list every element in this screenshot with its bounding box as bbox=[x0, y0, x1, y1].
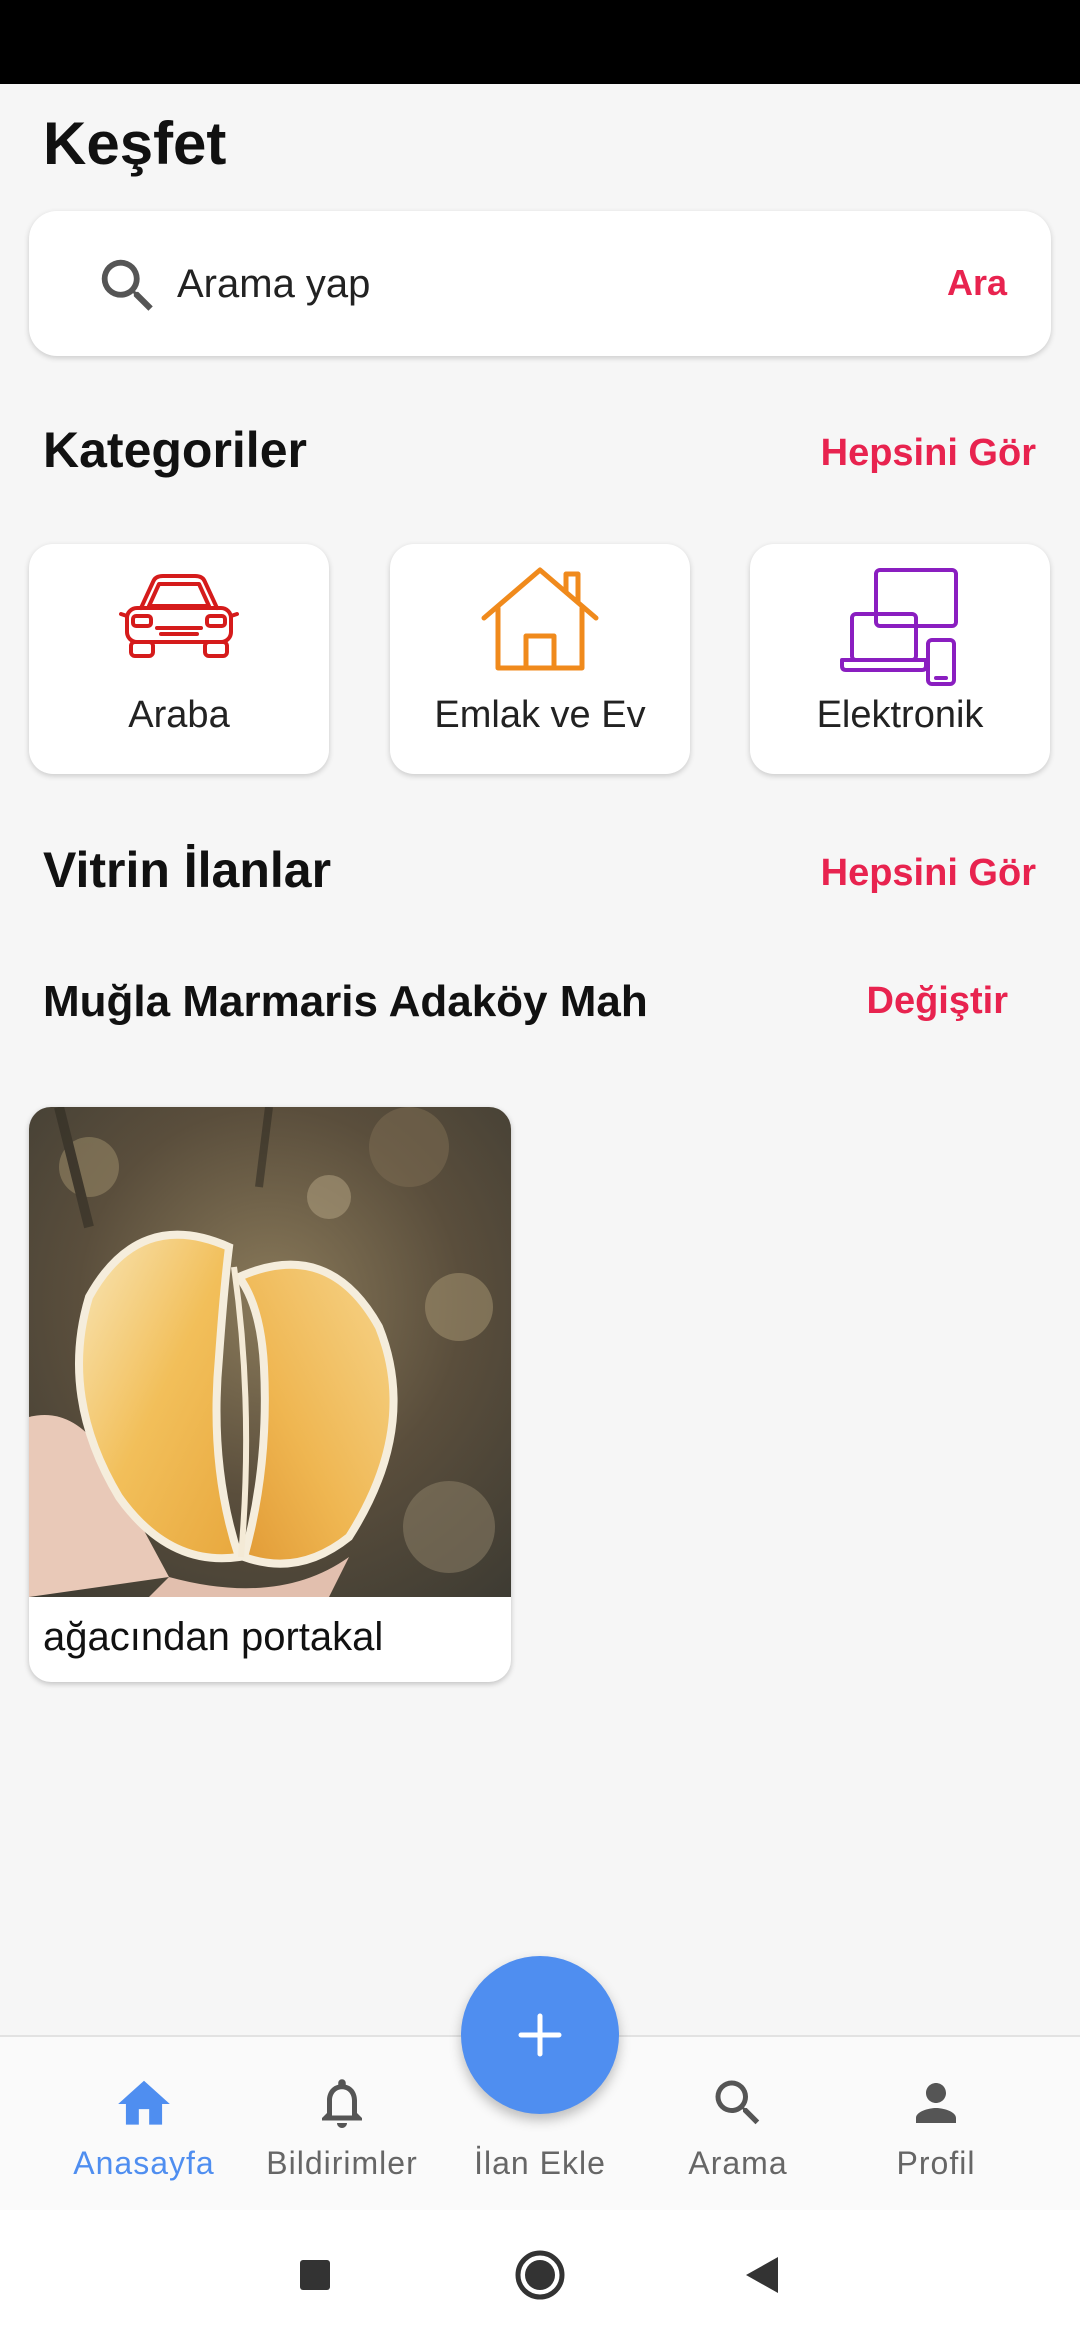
nav-label: Profil bbox=[896, 2145, 976, 2181]
category-card-araba[interactable]: Araba bbox=[29, 544, 329, 774]
category-label: Emlak ve Ev bbox=[434, 694, 646, 736]
square-icon bbox=[300, 2260, 330, 2290]
add-listing-fab[interactable] bbox=[461, 1956, 619, 2114]
circle-icon bbox=[515, 2250, 565, 2300]
page-title: Keşfet bbox=[43, 110, 227, 177]
showcase-see-all-link[interactable]: Hepsini Gör bbox=[821, 848, 1036, 898]
nav-label: Arama bbox=[688, 2145, 788, 2181]
categories-see-all-link[interactable]: Hepsini Gör bbox=[821, 428, 1036, 478]
nav-item-home[interactable]: Anasayfa bbox=[44, 2037, 244, 2212]
categories-title: Kategoriler bbox=[43, 422, 307, 478]
search-icon bbox=[715, 2080, 760, 2125]
devices-icon bbox=[840, 568, 958, 686]
status-bar bbox=[0, 0, 1080, 84]
nav-item-search[interactable]: Arama bbox=[638, 2037, 838, 2212]
nav-label: Bildirimler bbox=[266, 2145, 418, 2181]
listing-title: ağacından portakal bbox=[43, 1615, 384, 1659]
person-icon bbox=[916, 2083, 956, 2123]
nav-item-notifications[interactable]: Bildirimler bbox=[242, 2037, 442, 2212]
house-icon bbox=[481, 567, 599, 671]
search-input[interactable] bbox=[175, 247, 879, 321]
search-bar[interactable]: Ara bbox=[29, 211, 1051, 356]
category-card-emlak[interactable]: Emlak ve Ev bbox=[390, 544, 690, 774]
listing-image bbox=[29, 1107, 511, 1597]
nav-item-profile[interactable]: Profil bbox=[836, 2037, 1036, 2212]
bell-icon bbox=[322, 2079, 362, 2128]
car-icon bbox=[119, 574, 239, 658]
change-location-link[interactable]: Değiştir bbox=[867, 976, 1008, 1026]
nav-label: Anasayfa bbox=[73, 2145, 215, 2181]
recents-button[interactable] bbox=[265, 2210, 365, 2340]
back-button[interactable] bbox=[712, 2210, 812, 2340]
home-icon bbox=[118, 2080, 170, 2125]
category-label: Elektronik bbox=[816, 694, 984, 736]
search-icon bbox=[101, 259, 153, 311]
back-triangle-icon bbox=[746, 2257, 778, 2293]
home-button[interactable] bbox=[490, 2210, 590, 2340]
category-card-elektronik[interactable]: Elektronik bbox=[750, 544, 1050, 774]
showcase-title: Vitrin İlanlar bbox=[43, 842, 332, 898]
location-title: Muğla Marmaris Adaköy Mah bbox=[43, 977, 648, 1026]
category-label: Araba bbox=[128, 694, 230, 736]
listing-card[interactable]: ağacından portakal bbox=[29, 1107, 511, 1682]
search-button[interactable]: Ara bbox=[947, 255, 1007, 311]
plus-icon bbox=[518, 2013, 562, 2057]
system-navigation-bar bbox=[0, 2210, 1080, 2340]
nav-label: İlan Ekle bbox=[474, 2145, 606, 2181]
